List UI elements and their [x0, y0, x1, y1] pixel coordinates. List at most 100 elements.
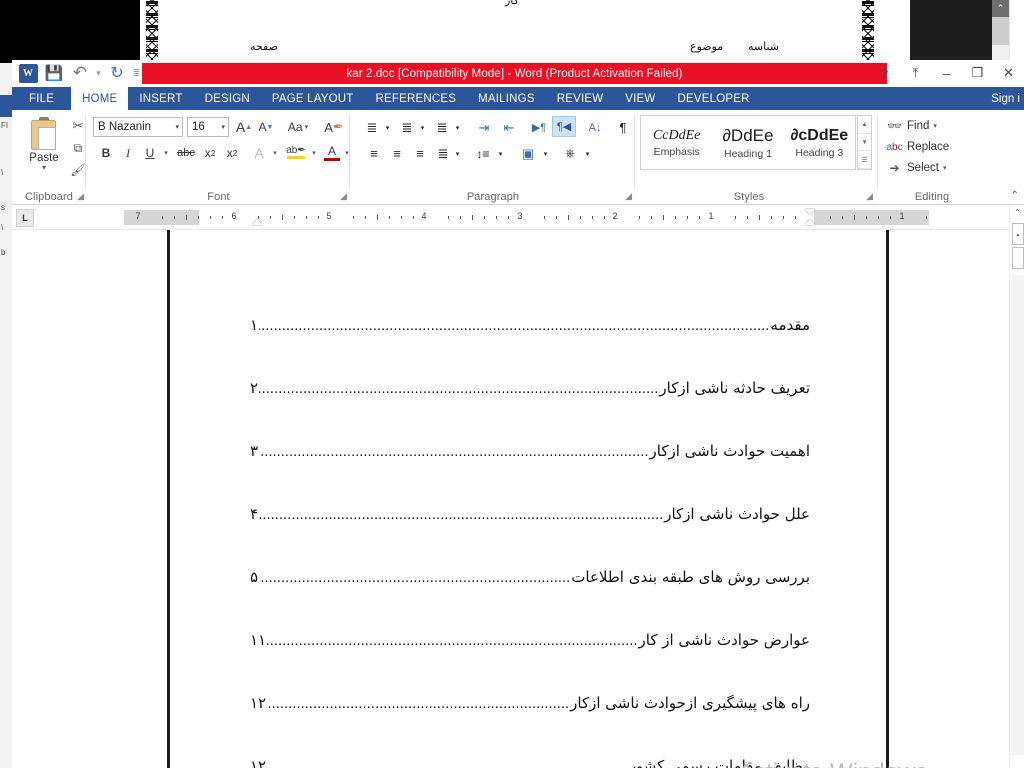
font-name-dropdown-icon[interactable]: ▾ [175, 123, 179, 131]
justify-dropdown-icon[interactable]: ▾ [452, 143, 463, 164]
multilevel-list-icon[interactable]: ≣ [431, 117, 453, 138]
document-page[interactable]: مقدمه ..................................… [167, 230, 889, 768]
align-right-icon[interactable]: ≡ [409, 143, 431, 164]
show-formatting-marks-icon[interactable]: ¶ [613, 117, 633, 138]
tab-page-layout[interactable]: PAGE LAYOUT [261, 87, 365, 110]
font-size-input[interactable]: 16 ▾ [187, 117, 229, 137]
previous-page-button[interactable]: ▴ [1012, 223, 1024, 245]
align-left-icon[interactable]: ≡ [363, 143, 385, 164]
shading-icon[interactable]: ▣ [516, 143, 540, 164]
background-scroll-up-arrow[interactable]: ⌃ [992, 0, 1009, 17]
find-dropdown-icon[interactable]: ▾ [933, 122, 937, 130]
toc-entry[interactable]: عوارض حوادث ناشی از کار ................… [250, 631, 810, 694]
save-icon[interactable]: 💾 [42, 62, 66, 84]
tab-home[interactable]: HOME [71, 87, 129, 110]
styles-scroll-down-icon[interactable]: ▾ [858, 134, 871, 152]
paste-button[interactable]: Paste ▾ [20, 115, 68, 181]
font-name-input[interactable]: B Nazanin ▾ [93, 117, 183, 137]
sort-icon[interactable]: A↓ [583, 117, 607, 138]
customize-qat-icon[interactable]: ≣ [131, 62, 142, 84]
close-button[interactable]: ✕ [993, 62, 1024, 84]
hanging-indent-marker[interactable] [805, 219, 815, 225]
borders-icon[interactable]: ⎈ [558, 143, 582, 164]
tab-mailings[interactable]: MAILINGS [467, 87, 546, 110]
ribbon-display-options-button[interactable]: ⤒ [900, 62, 931, 84]
scroll-up-icon[interactable]: ⌃ [1010, 204, 1024, 220]
replace-button[interactable]: abc Replace [886, 137, 949, 157]
font-color-icon[interactable]: A [322, 140, 342, 164]
minimize-button[interactable]: – [931, 62, 962, 84]
paste-dropdown-icon[interactable]: ▾ [42, 164, 46, 172]
tab-stop-selector[interactable]: L [16, 209, 34, 227]
styles-gallery-scroll[interactable]: ▴ ▾ ☰ [857, 115, 872, 170]
bullets-icon[interactable]: ≣ [361, 117, 383, 138]
text-effects-dropdown-icon[interactable]: ▾ [268, 143, 280, 163]
increase-indent-icon[interactable]: ⇤ [497, 117, 521, 138]
tab-insert[interactable]: INSERT [128, 87, 193, 110]
style-item-heading-1[interactable]: ∂DdEe Heading 1 [712, 116, 783, 169]
tab-file[interactable]: FILE [12, 87, 72, 110]
document-canvas[interactable]: مقدمه ..................................… [12, 230, 1024, 768]
tab-references[interactable]: REFERENCES [365, 87, 468, 110]
tab-view[interactable]: VIEW [614, 87, 666, 110]
font-size-dropdown-icon[interactable]: ▾ [221, 123, 225, 131]
highlight-dropdown-icon[interactable]: ▾ [307, 143, 319, 163]
underline-icon[interactable]: U [141, 143, 159, 163]
scrollbar-track[interactable] [1011, 275, 1024, 755]
subscript-icon[interactable]: x2 [200, 143, 220, 163]
styles-dialog-launcher[interactable]: ◢ [866, 191, 873, 202]
restore-button[interactable]: ❐ [962, 62, 993, 84]
vertical-scrollbar[interactable]: ⌃ ▴ [1009, 205, 1024, 768]
align-center-icon[interactable]: ≡ [386, 143, 408, 164]
toc-entry[interactable]: راه های پیشگیری ازحوادث ناشی ازکار .....… [250, 694, 810, 757]
browse-object-button[interactable] [1012, 247, 1024, 269]
bullets-dropdown-icon[interactable]: ▾ [382, 117, 393, 138]
numbering-dropdown-icon[interactable]: ▾ [417, 117, 428, 138]
change-case-icon[interactable]: Aa ▾ [283, 117, 313, 137]
clipboard-dialog-launcher[interactable]: ◢ [77, 191, 84, 202]
toc-entry[interactable]: وظایف مقامات رسمی کشور .................… [250, 757, 810, 768]
styles-more-icon[interactable]: ☰ [858, 151, 871, 170]
toc-entry[interactable]: اهمیت حوادث ناشی ازکار .................… [250, 442, 810, 505]
line-spacing-icon[interactable]: ↕≡ [471, 143, 495, 164]
select-button[interactable]: ➔ Select ▾ [886, 158, 946, 178]
paragraph-dialog-launcher[interactable]: ◢ [625, 191, 632, 202]
style-item-heading-3[interactable]: ∂cDdEe Heading 3 [784, 116, 855, 169]
table-of-contents[interactable]: مقدمه ..................................… [250, 316, 810, 768]
borders-dropdown-icon[interactable]: ▾ [582, 143, 593, 164]
redo-icon[interactable]: ↻ [105, 62, 129, 84]
horizontal-ruler[interactable]: 7 6 5 4 3 2 1 1 [124, 209, 929, 225]
strikethrough-icon[interactable]: abc [174, 143, 198, 163]
styles-scroll-up-icon[interactable]: ▴ [858, 116, 871, 134]
background-scrollbar[interactable]: ⌃ [992, 0, 1009, 62]
underline-dropdown-icon[interactable]: ▾ [159, 143, 171, 163]
justify-icon[interactable]: ≣ [432, 143, 454, 164]
sign-in-link[interactable]: Sign i [991, 87, 1020, 110]
first-line-indent-marker[interactable] [805, 209, 815, 215]
find-button[interactable]: 👓 Find ▾ [886, 116, 937, 136]
toc-entry[interactable]: مقدمه ..................................… [250, 316, 810, 379]
tab-developer[interactable]: DEVELOPER [666, 87, 760, 110]
tab-review[interactable]: REVIEW [546, 87, 615, 110]
tab-design[interactable]: DESIGN [194, 87, 261, 110]
collapse-ribbon-icon[interactable]: ⌃ [1011, 190, 1019, 201]
background-window-sliver[interactable]: FI \ s \ b [0, 63, 12, 768]
toc-entry[interactable]: علل حوادث ناشی ازکار ...................… [250, 505, 810, 568]
style-item-emphasis[interactable]: CcDdEe Emphasis [641, 116, 712, 169]
font-dialog-launcher[interactable]: ◢ [340, 191, 347, 202]
italic-icon[interactable]: I [119, 143, 137, 163]
rtl-text-direction-icon[interactable]: ¶◀ [552, 116, 576, 137]
toc-entry[interactable]: تعریف حادثه ناشی ازکار .................… [250, 379, 810, 442]
line-spacing-dropdown-icon[interactable]: ▾ [495, 143, 506, 164]
background-scroll-thumb[interactable] [992, 17, 1009, 45]
shrink-font-icon[interactable]: A ▼ [256, 117, 276, 137]
styles-gallery[interactable]: CcDdEe Emphasis ∂DdEe Heading 1 ∂cDdEe H… [640, 115, 856, 170]
ltr-text-direction-icon[interactable]: ▶¶ [527, 117, 551, 138]
help-button[interactable]: ? [869, 62, 900, 84]
grow-font-icon[interactable]: A ▲ [234, 117, 254, 137]
decrease-indent-icon[interactable]: ⇥ [472, 117, 496, 138]
undo-dropdown-icon[interactable]: ▾ [94, 62, 103, 84]
clear-formatting-icon[interactable]: A ✒ [323, 117, 345, 137]
numbering-icon[interactable]: ≣ [396, 117, 418, 138]
bold-icon[interactable]: B [97, 143, 115, 163]
